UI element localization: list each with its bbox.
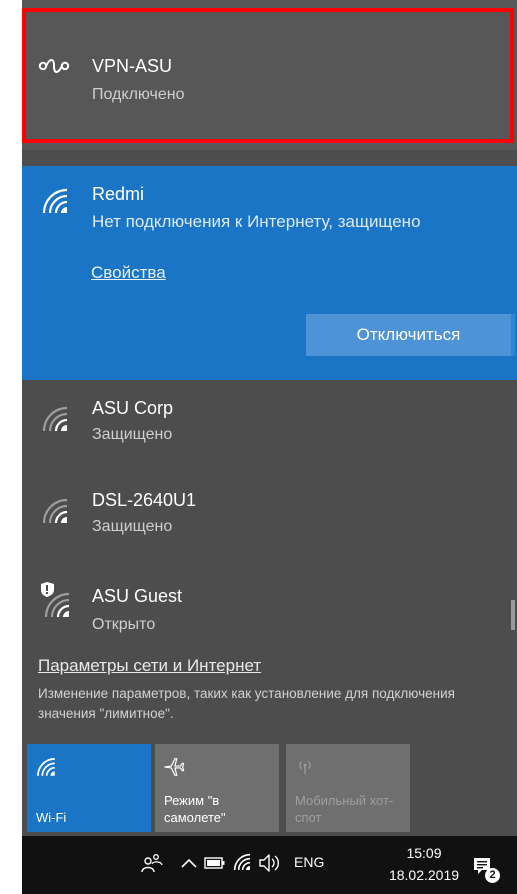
- battery-icon[interactable]: [204, 856, 226, 870]
- disconnect-button[interactable]: Отключиться: [306, 314, 511, 356]
- network-flyout: VPN-ASU Подключено Redmi Нет подключения…: [22, 0, 517, 836]
- active-network-status: Нет подключения к Интернету, защищено: [92, 212, 421, 231]
- clock[interactable]: 15:09 18.02.2019: [379, 842, 469, 886]
- network-item-asu-corp[interactable]: ASU Corp Защищено: [22, 388, 517, 468]
- network-status: Защищено: [92, 426, 173, 443]
- chevron-up-icon[interactable]: [180, 856, 198, 870]
- network-status: Открыто: [92, 616, 156, 633]
- network-item-dsl[interactable]: DSL-2640U1 Защищено: [22, 480, 517, 560]
- wifi-toggle-tile[interactable]: Wi-Fi: [27, 744, 151, 832]
- active-network-name: Redmi: [92, 184, 145, 204]
- mobile-hotspot-tile[interactable]: Мобильный хот-спот: [286, 744, 410, 832]
- network-settings-description: Изменение параметров, таких как установл…: [38, 686, 455, 721]
- clock-time: 15:09: [406, 845, 442, 861]
- notification-count-badge: 2: [485, 868, 500, 883]
- wifi-signal-icon: [42, 406, 68, 432]
- wifi-shield-icon: [41, 582, 70, 618]
- selection-highlight: [22, 8, 514, 143]
- wifi-tile-label: Wi-Fi: [36, 810, 67, 825]
- wifi-connected-icon: [42, 188, 68, 214]
- network-settings-link[interactable]: Параметры сети и Интернет: [38, 656, 261, 676]
- network-status: Защищено: [92, 518, 173, 535]
- hotspot-tile-label: Мобильный хот-спот: [295, 793, 394, 825]
- network-name: ASU Guest: [92, 586, 183, 606]
- wifi-signal-icon: [42, 498, 68, 524]
- network-name: ASU Corp: [92, 398, 174, 418]
- airplane-tile-label: Режим "в самолете": [164, 793, 226, 825]
- airplane-mode-tile[interactable]: Режим "в самолете": [155, 744, 279, 832]
- people-icon[interactable]: [140, 852, 164, 874]
- properties-link[interactable]: Свойства: [91, 263, 166, 283]
- network-name: DSL-2640U1: [92, 490, 197, 510]
- vpn-connection[interactable]: VPN-ASU Подключено: [22, 0, 517, 150]
- taskbar: ENG 15:09 18.02.2019 2: [22, 836, 517, 894]
- airplane-icon: [164, 758, 185, 776]
- wifi-tray-icon[interactable]: [232, 852, 252, 872]
- hotspot-icon: [299, 761, 311, 775]
- network-item-asu-guest[interactable]: ASU Guest Открыто: [22, 574, 517, 654]
- scrollbar[interactable]: [511, 314, 515, 356]
- wifi-icon: [37, 758, 55, 776]
- language-indicator[interactable]: ENG: [294, 854, 324, 870]
- volume-icon[interactable]: [258, 852, 282, 874]
- scrollbar-thumb[interactable]: [511, 600, 515, 630]
- active-network[interactable]: Redmi Нет подключения к Интернету, защищ…: [22, 166, 517, 380]
- clock-date: 18.02.2019: [388, 867, 460, 883]
